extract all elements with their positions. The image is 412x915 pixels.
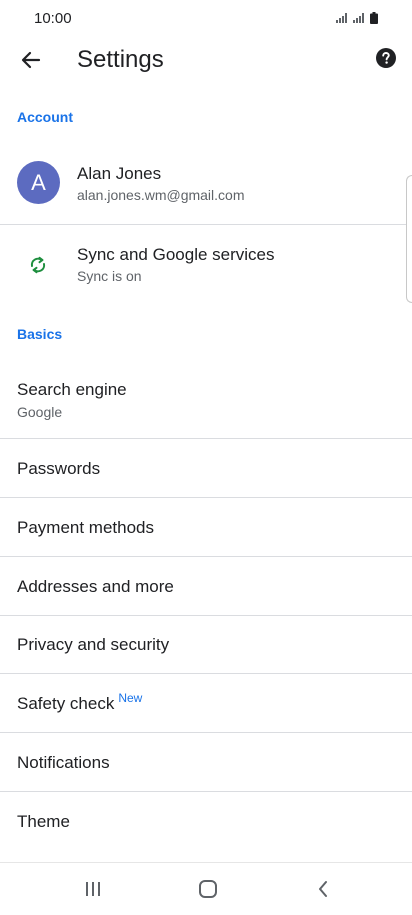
home-icon <box>199 880 217 898</box>
home-button[interactable] <box>196 877 220 901</box>
status-bar: 10:00 <box>0 0 412 36</box>
status-icons <box>336 12 378 24</box>
safety-check-label: Safety check <box>17 694 115 713</box>
section-header-basics: Basics <box>17 326 63 342</box>
passwords-label: Passwords <box>17 459 101 478</box>
search-engine-title: Search engine <box>17 380 127 399</box>
payment-methods-label: Payment methods <box>17 518 155 537</box>
account-row[interactable]: A Alan Jones alan.jones.wm@gmail.com <box>0 142 412 224</box>
back-button[interactable] <box>17 46 45 74</box>
signal-icon <box>336 13 347 23</box>
privacy-label: Privacy and security <box>17 635 170 654</box>
app-bar: Settings <box>0 36 412 84</box>
sync-icon-wrap <box>28 255 48 275</box>
nav-back-button[interactable] <box>311 877 335 901</box>
section-header-account: Account <box>17 109 73 125</box>
search-engine-value: Google <box>17 404 63 420</box>
help-icon <box>376 48 396 68</box>
page-title: Settings <box>77 46 164 73</box>
sync-icon <box>30 256 46 274</box>
notifications-row[interactable]: Notifications <box>0 733 412 791</box>
passwords-row[interactable]: Passwords <box>0 439 412 497</box>
nav-back-icon <box>319 881 327 897</box>
privacy-row[interactable]: Privacy and security <box>0 616 412 673</box>
arrow-back-icon <box>21 51 41 69</box>
avatar: A <box>17 161 60 204</box>
recents-icon <box>86 882 100 896</box>
new-badge: New <box>118 691 143 705</box>
signal-icon <box>353 13 364 23</box>
recents-button[interactable] <box>81 877 105 901</box>
account-name: Alan Jones <box>77 164 162 183</box>
edge-panel-handle[interactable] <box>406 175 412 303</box>
payment-methods-row[interactable]: Payment methods <box>0 498 412 556</box>
battery-icon <box>370 12 378 24</box>
addresses-label: Addresses and more <box>17 577 174 596</box>
status-time: 10:00 <box>34 9 72 27</box>
sync-title: Sync and Google services <box>77 245 275 264</box>
search-engine-row[interactable]: Search engine Google <box>0 358 412 438</box>
safety-check-row[interactable]: Safety check New <box>0 674 412 732</box>
safety-check-title: Safety check New <box>17 691 143 714</box>
theme-row[interactable]: Theme <box>0 792 412 850</box>
addresses-row[interactable]: Addresses and more <box>0 557 412 615</box>
help-button[interactable] <box>376 48 396 68</box>
theme-label: Theme <box>17 812 70 831</box>
account-email: alan.jones.wm@gmail.com <box>77 187 245 203</box>
sync-row[interactable]: Sync and Google services Sync is on <box>0 225 412 305</box>
notifications-label: Notifications <box>17 753 110 772</box>
sync-subtitle: Sync is on <box>77 268 142 284</box>
system-nav-bar <box>0 862 412 915</box>
